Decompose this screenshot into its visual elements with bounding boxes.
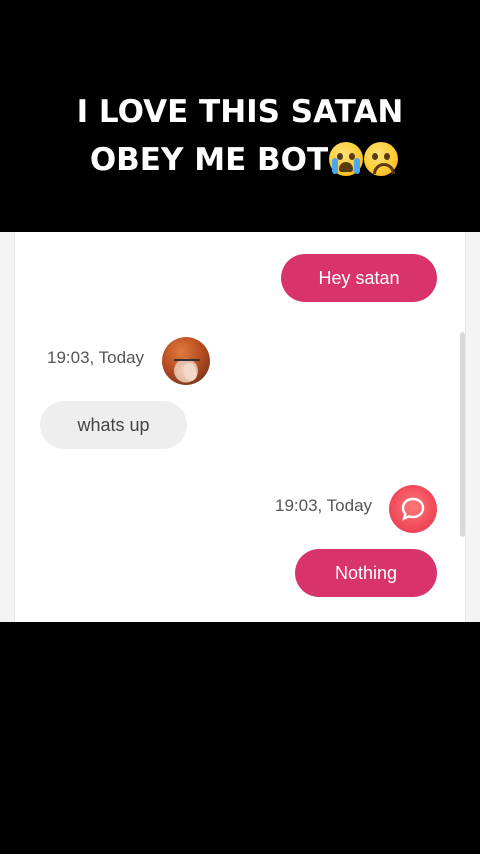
- outgoing-message[interactable]: Nothing: [295, 549, 437, 597]
- chat-scrollbar[interactable]: [460, 332, 465, 537]
- satan-avatar[interactable]: [162, 337, 210, 385]
- video-caption: I LOVE THIS SATAN OBEY ME BOT: [0, 88, 480, 184]
- chat-right-border: [465, 232, 480, 622]
- chat-left-border: [0, 232, 15, 622]
- message-timestamp: 19:03, Today: [47, 348, 145, 367]
- caption-line-2: OBEY ME BOT: [0, 136, 480, 184]
- caption-line-1: I LOVE THIS SATAN: [76, 94, 404, 130]
- outgoing-message[interactable]: Hey satan: [281, 254, 437, 302]
- chat-bubble-icon[interactable]: [389, 485, 437, 533]
- message-timestamp: 19:03, Today: [275, 496, 373, 515]
- incoming-message[interactable]: whats up: [40, 401, 187, 449]
- frowning-face-icon: [364, 142, 399, 176]
- caption-line-2-text: OBEY ME BOT: [89, 142, 329, 178]
- loudly-crying-face-icon: [329, 142, 364, 176]
- chat-window: Hey satan 19:03, Today whats up 19:03, T…: [0, 232, 480, 622]
